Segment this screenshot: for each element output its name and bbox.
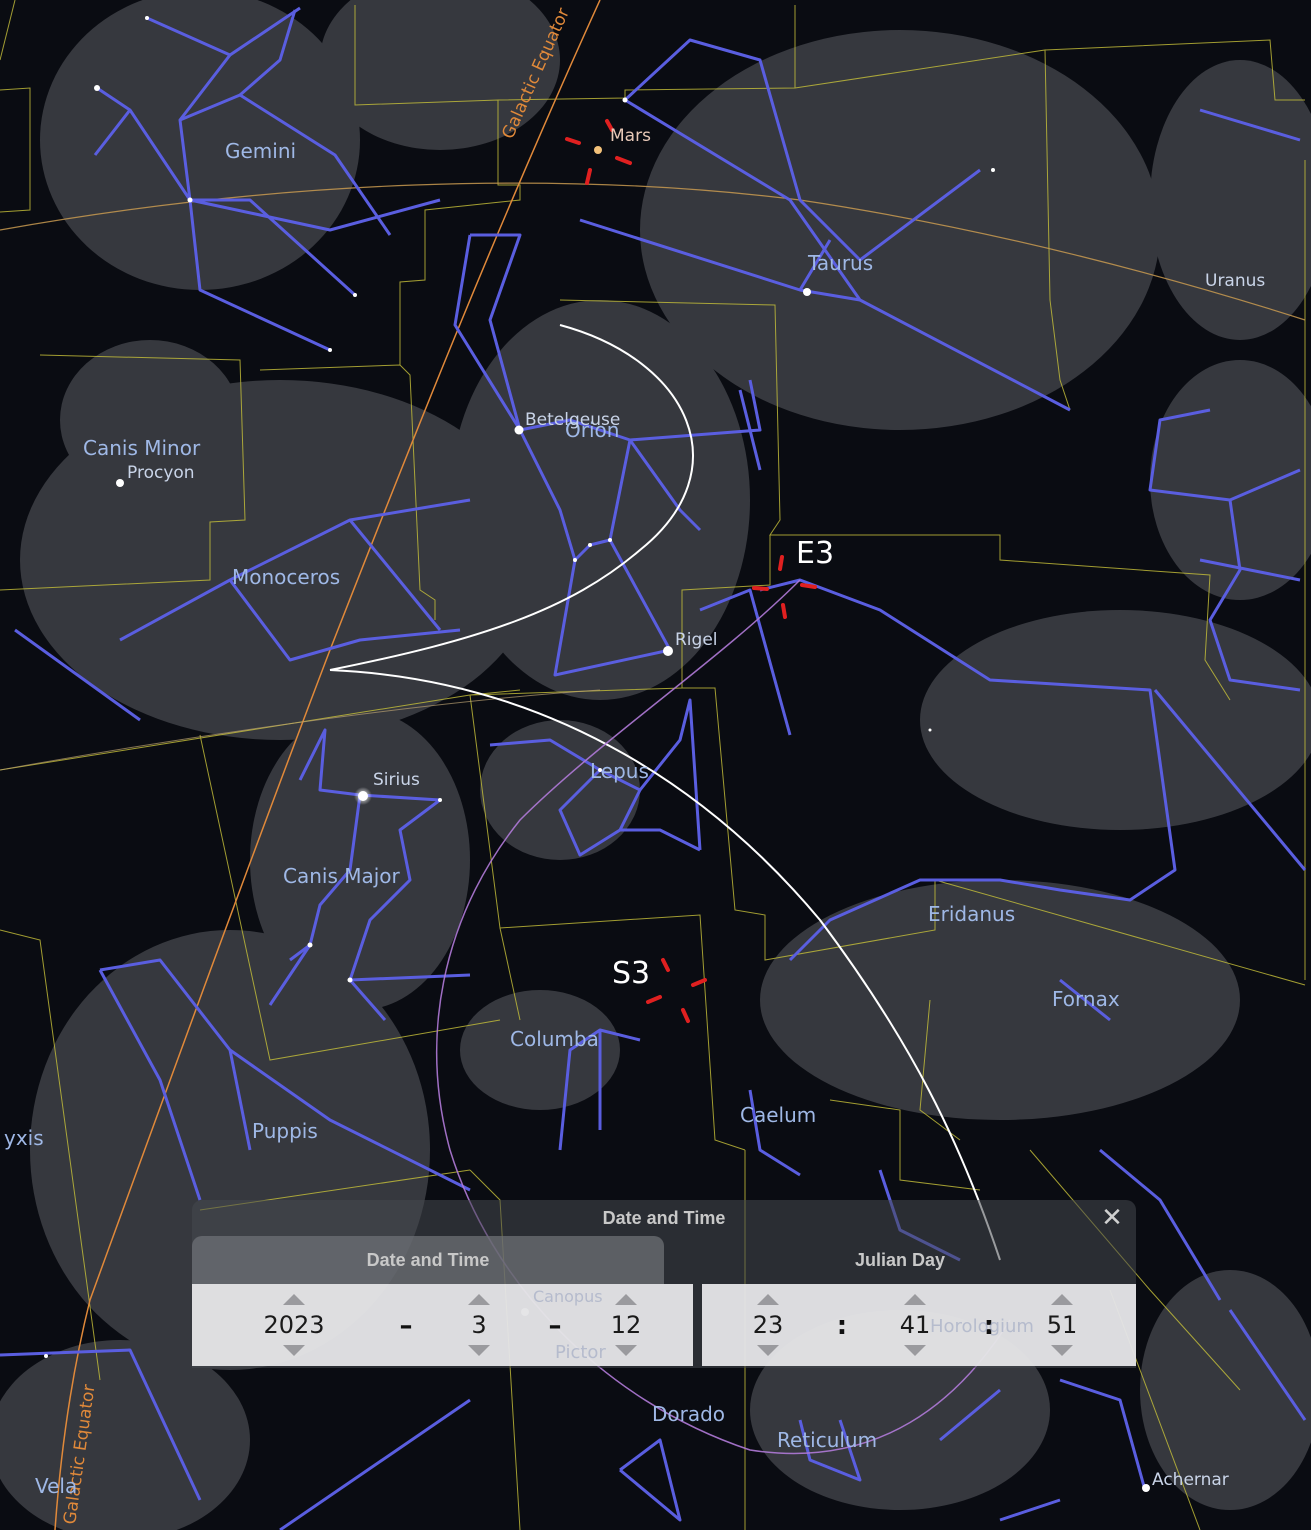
hour-spinbox[interactable]: 23: [728, 1284, 808, 1366]
marker-label-e3: E3: [796, 536, 834, 571]
star-label-achernar: Achernar: [1152, 1470, 1229, 1490]
faint-label-horologium: Horologium: [930, 1316, 1034, 1337]
hour-value[interactable]: 23: [728, 1311, 808, 1339]
constellation-label-canis-minor: Canis Minor: [83, 436, 201, 460]
second-down-icon[interactable]: [1051, 1345, 1073, 1356]
year-spinbox[interactable]: 2023: [254, 1284, 334, 1366]
day-value[interactable]: 12: [586, 1311, 666, 1339]
minute-down-icon[interactable]: [904, 1345, 926, 1356]
time-separator: :: [836, 1311, 848, 1341]
constellation-label-canis-major: Canis Major: [283, 864, 401, 888]
hour-up-icon[interactable]: [757, 1294, 779, 1305]
year-down-icon[interactable]: [283, 1345, 305, 1356]
constellation-label-reticulum: Reticulum: [777, 1428, 877, 1452]
constellation-label-vela: Vela: [35, 1474, 77, 1498]
date-time-dialog: Date and Time ✕ Date and Time Julian Day…: [192, 1200, 1136, 1368]
time-panel: 23 : 41 : 51: [702, 1284, 1136, 1366]
constellation-label-fornax: Fornax: [1052, 987, 1120, 1011]
constellation-label-dorado: Dorado: [652, 1402, 725, 1426]
day-up-icon[interactable]: [615, 1294, 637, 1305]
tab-date-and-time[interactable]: Date and Time: [192, 1236, 664, 1284]
month-value[interactable]: 3: [439, 1311, 519, 1339]
constellation-label-caelum: Caelum: [740, 1103, 816, 1127]
month-up-icon[interactable]: [468, 1294, 490, 1305]
constellation-label-monoceros: Monoceros: [232, 565, 340, 589]
date-separator: –: [399, 1311, 413, 1341]
second-up-icon[interactable]: [1051, 1294, 1073, 1305]
second-value[interactable]: 51: [1022, 1311, 1102, 1339]
constellation-label-lepus: Lepus: [590, 759, 649, 783]
constellation-label-pyxis: yxis: [4, 1126, 44, 1150]
planet-label-mars: Mars: [610, 126, 651, 146]
date-panel: 2023 – 3 – 12: [192, 1284, 693, 1366]
constellation-label-puppis: Puppis: [252, 1119, 318, 1143]
constellation-label-gemini: Gemini: [225, 139, 296, 163]
faint-label-pictor: Pictor: [555, 1342, 606, 1363]
star-label-procyon: Procyon: [127, 463, 195, 483]
star-label-sirius: Sirius: [373, 770, 420, 790]
dialog-title: Date and Time: [602, 1208, 726, 1228]
month-spinbox[interactable]: 3: [439, 1284, 519, 1366]
date-separator: –: [548, 1311, 562, 1341]
star-label-betelgeuse: Betelgeuse: [525, 410, 620, 430]
tab-julian-day[interactable]: Julian Day: [664, 1236, 1136, 1284]
close-icon[interactable]: ✕: [1098, 1204, 1126, 1232]
constellation-label-eridanus: Eridanus: [928, 902, 1015, 926]
minute-up-icon[interactable]: [904, 1294, 926, 1305]
marker-label-s3: S3: [612, 956, 650, 991]
planet-label-uranus: Uranus: [1205, 271, 1265, 291]
constellation-label-taurus: Taurus: [807, 251, 873, 275]
year-up-icon[interactable]: [283, 1294, 305, 1305]
hour-down-icon[interactable]: [757, 1345, 779, 1356]
month-down-icon[interactable]: [468, 1345, 490, 1356]
constellation-label-columba: Columba: [510, 1027, 599, 1051]
second-spinbox[interactable]: 51: [1022, 1284, 1102, 1366]
star-label-rigel: Rigel: [675, 630, 718, 650]
year-value[interactable]: 2023: [254, 1311, 334, 1339]
day-down-icon[interactable]: [615, 1345, 637, 1356]
faint-label-canopus: Canopus: [533, 1287, 603, 1306]
